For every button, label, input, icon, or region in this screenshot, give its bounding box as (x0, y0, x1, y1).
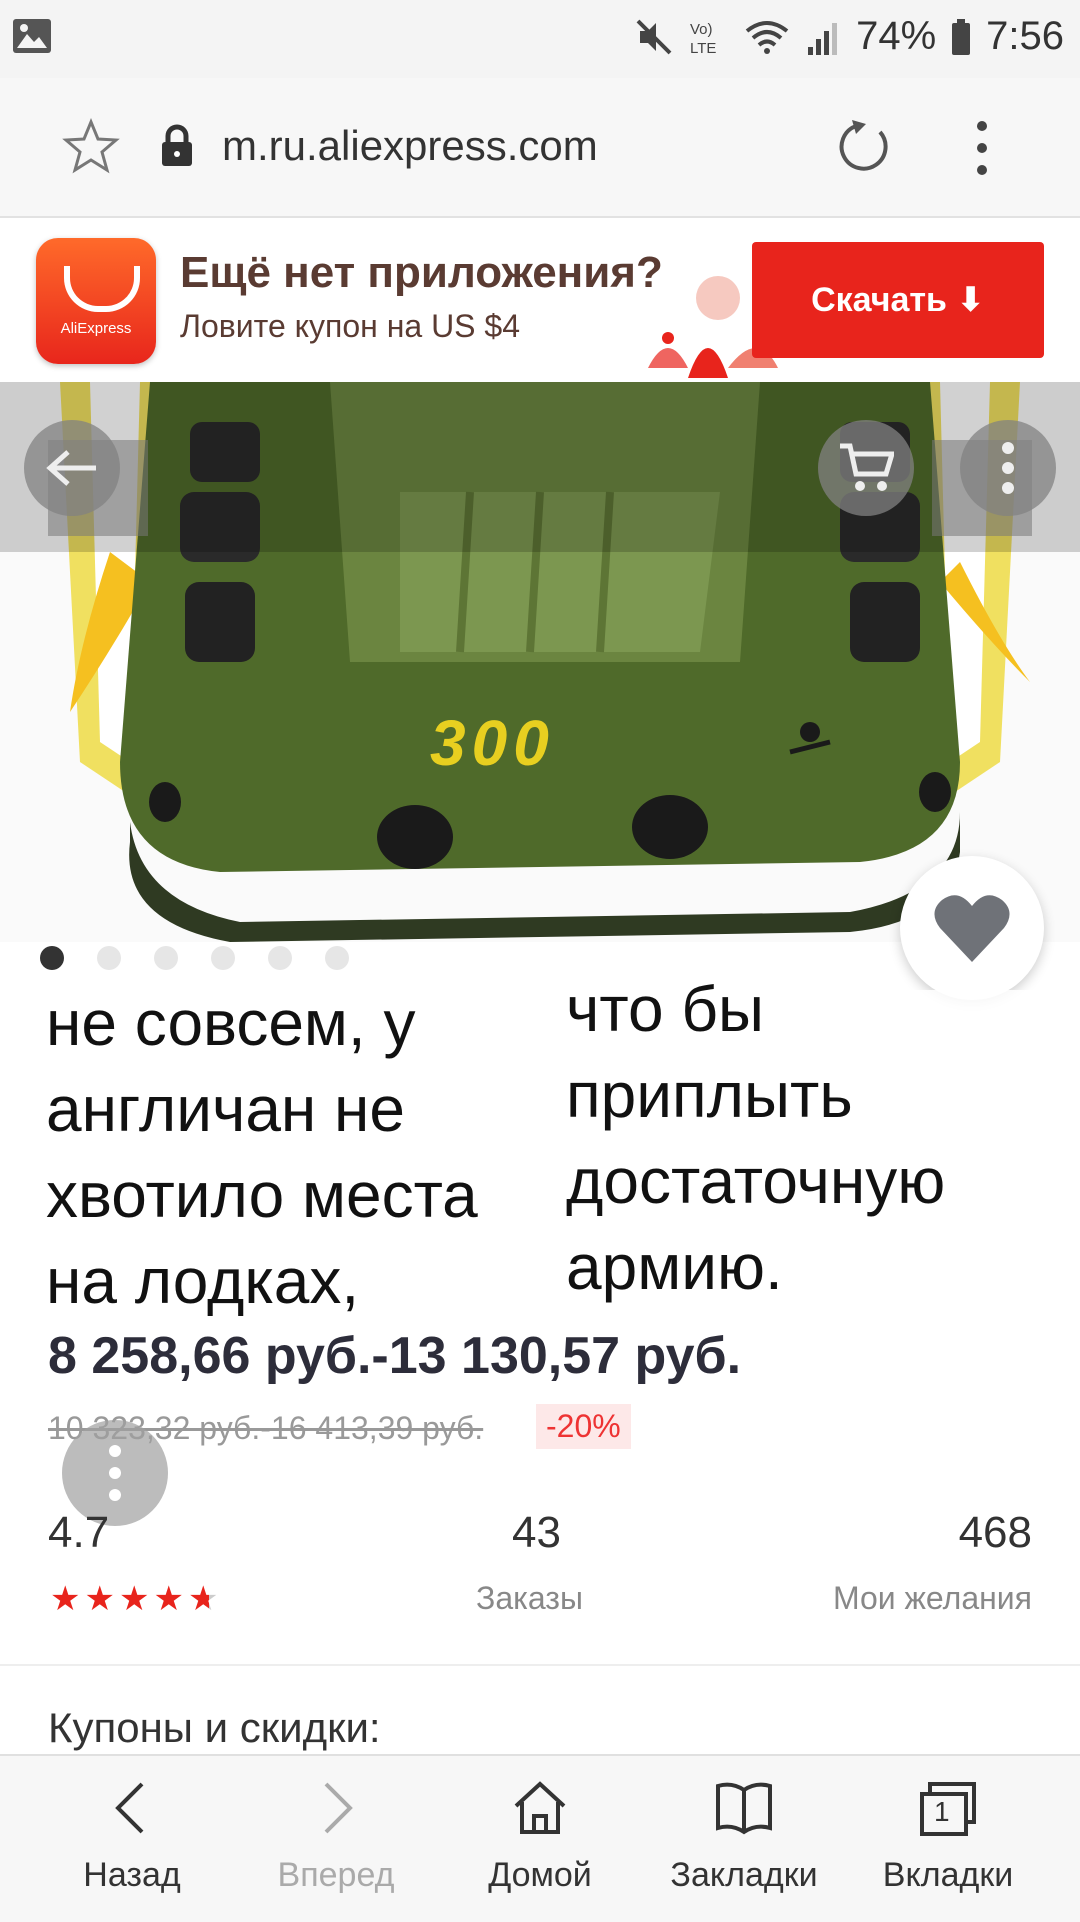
caption-text-left: не совсем, у англичан не хвотило места н… (46, 987, 478, 1317)
orders-count: 43 (512, 1508, 561, 1557)
signal-icon (808, 22, 838, 55)
aliexpress-logo: AliExpress (36, 238, 156, 364)
lock-icon (162, 124, 192, 166)
svg-text:Vo): Vo) (690, 21, 713, 38)
status-bar: Vo) LTE 74% 7:56 (0, 0, 1080, 78)
gallery-dot[interactable] (97, 946, 121, 970)
cart-icon (840, 443, 894, 491)
orders-label: Заказы (476, 1580, 583, 1616)
wifi-icon (745, 20, 789, 54)
star-icon: ★ (84, 1580, 115, 1618)
svg-text:LTE: LTE (690, 40, 716, 57)
gallery-dot[interactable] (325, 946, 349, 970)
gallery-dot[interactable] (40, 946, 64, 970)
browser-menu-icon[interactable] (970, 118, 994, 178)
mute-icon (636, 19, 672, 54)
cart-button[interactable] (818, 420, 914, 516)
gallery-dot[interactable] (211, 946, 235, 970)
star-icon: ★ (153, 1580, 184, 1618)
app-download-banner: AliExpress Ещё нет приложения? Ловите ку… (0, 218, 1080, 384)
heart-icon (934, 895, 1010, 962)
nav-forward-label: Вперед (277, 1856, 395, 1894)
nav-bookmarks-label: Закладки (670, 1856, 818, 1894)
section-divider (0, 1664, 1080, 1666)
banner-title: Ещё нет приложения? (180, 248, 663, 297)
star-icon: ★ (118, 1580, 150, 1618)
bookmarks-icon (716, 1782, 772, 1835)
boat-model-label: 300 (430, 707, 555, 779)
rating-value: 4.7 (48, 1508, 110, 1557)
banner-subtitle: Ловите купон на US $4 (180, 308, 520, 344)
rating-stars: ★ ★ ★ ★ ★ (50, 1582, 218, 1616)
wishlist-label: Мои желания (832, 1580, 1032, 1616)
gallery-indicator (40, 946, 349, 970)
gallery-notification-icon (13, 19, 51, 53)
clock: 7:56 (986, 14, 1064, 58)
bookmark-star-icon[interactable] (62, 118, 120, 176)
coupons-heading[interactable]: Купоны и скидки: (48, 1704, 381, 1752)
gallery-dot[interactable] (154, 946, 178, 970)
nav-forward[interactable]: Вперед (236, 1756, 436, 1922)
image-top-overlay (0, 382, 1080, 552)
forward-icon (324, 1782, 353, 1834)
nav-back[interactable]: Назад (32, 1756, 232, 1922)
browser-bottom-nav: Назад Вперед Домой Закладки 1 Вкладки (0, 1754, 1080, 1922)
product-price: 8 258,66 руб.-13 130,57 руб. (48, 1327, 742, 1385)
discount-badge: -20% (536, 1404, 631, 1449)
battery-icon (952, 18, 971, 55)
download-app-button[interactable]: Скачать ⬇ (752, 242, 1044, 358)
caption-text-right: что бы приплыть достаточную армию. (566, 973, 946, 1303)
browser-address-bar: m.ru.aliexpress.com (0, 78, 1080, 218)
nav-back-label: Назад (83, 1856, 181, 1894)
gallery-dot[interactable] (268, 946, 292, 970)
nav-home-label: Домой (488, 1856, 592, 1894)
nav-home[interactable]: Домой (440, 1756, 640, 1922)
volte-icon: Vo) LTE (690, 21, 716, 57)
url-text[interactable]: m.ru.aliexpress.com (222, 122, 598, 170)
home-icon (514, 1781, 566, 1834)
nav-bookmarks[interactable]: Закладки (644, 1756, 844, 1922)
nav-tabs-label: Вкладки (882, 1856, 1014, 1894)
wishlist-count: 468 (958, 1508, 1032, 1557)
more-vertical-icon (1002, 442, 1014, 494)
back-icon (115, 1782, 144, 1834)
logo-text: AliExpress (60, 320, 132, 337)
reload-icon[interactable] (836, 118, 892, 174)
nav-tabs[interactable]: 1 Вкладки (848, 1756, 1048, 1922)
arrow-left-icon (46, 450, 96, 486)
star-icon: ★ (50, 1580, 81, 1618)
more-options-button[interactable] (960, 420, 1056, 516)
page-back-button[interactable] (24, 420, 120, 516)
half-star-icon: ★ (187, 1580, 219, 1618)
tabs-count-badge: 1 (934, 1796, 950, 1827)
battery-percent: 74% (856, 14, 937, 58)
